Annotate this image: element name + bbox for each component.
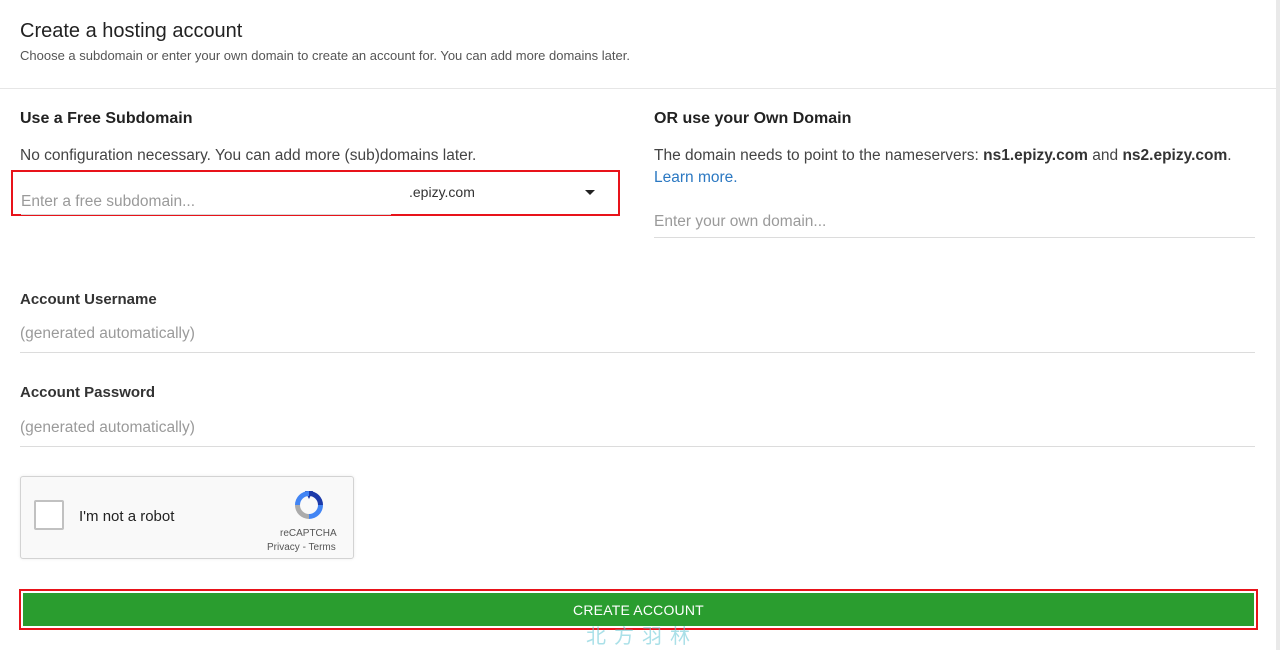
free-subdomain-heading: Use a Free Subdomain [20,110,193,127]
subdomain-highlight-box: .epizy.com [11,170,620,216]
password-underline [20,446,1255,447]
links-separator: - [299,542,309,553]
password-field[interactable] [20,416,1254,440]
period-text: . [1227,147,1232,164]
password-label: Account Password [20,384,156,401]
recaptcha-widget: I'm not a robot reCAPTCHA Privacy - Term… [20,476,354,559]
recaptcha-label: I'm not a robot [79,508,175,525]
own-domain-help: The domain needs to point to the nameser… [654,145,1254,189]
recaptcha-logo-icon [295,491,323,519]
free-subdomain-help: No configuration necessary. You can add … [20,147,477,164]
username-field[interactable] [20,322,1254,346]
username-underline [20,352,1255,353]
page-title: Create a hosting account [20,20,243,42]
own-domain-input[interactable] [654,210,1254,234]
learn-more-link[interactable]: Learn more. [654,169,738,186]
own-domain-heading: OR use your Own Domain [654,110,852,127]
username-label: Account Username [20,291,157,308]
subdomain-input[interactable] [21,190,391,214]
domain-suffix-value: .epizy.com [409,184,475,200]
page-subtitle: Choose a subdomain or enter your own dom… [20,48,630,63]
caret-down-icon [585,190,595,195]
terms-link[interactable]: Terms [309,542,336,553]
own-domain-help-text: The domain needs to point to the nameser… [654,147,984,164]
own-domain-underline [654,237,1255,238]
privacy-link[interactable]: Privacy [267,542,300,553]
nameserver-2: ns2.epizy.com [1122,147,1228,164]
watermark-text: 北方羽林 [586,624,698,648]
recaptcha-checkbox[interactable] [34,500,64,530]
subdomain-input-underline [21,214,391,215]
domain-suffix-select[interactable]: .epizy.com [405,180,605,206]
nameserver-1: ns1.epizy.com [983,147,1088,164]
recaptcha-brand: reCAPTCHA [280,528,337,539]
scrollbar[interactable] [1276,0,1280,650]
page-header: Create a hosting account Choose a subdom… [0,0,1276,89]
and-text: and [1087,147,1123,164]
recaptcha-links: Privacy - Terms [267,542,336,553]
